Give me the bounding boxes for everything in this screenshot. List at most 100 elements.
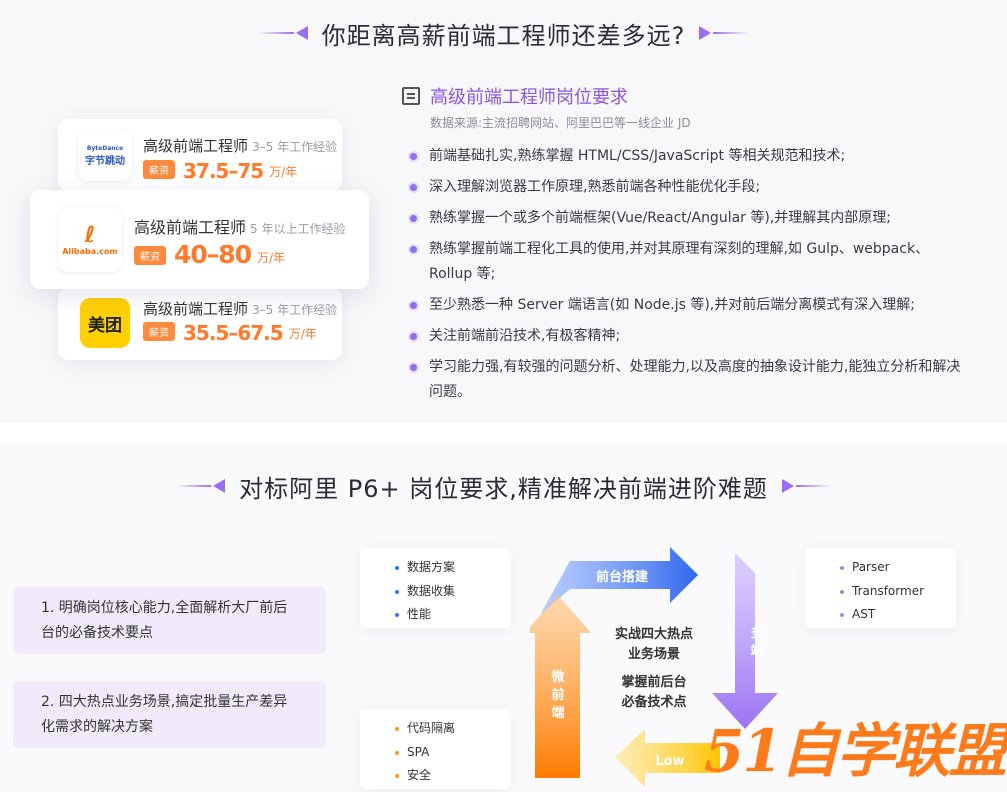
section-title: 你距离高薪前端工程师还差多远? <box>321 21 686 50</box>
center-text-1: 实战四大热点 业务场景 <box>604 625 704 665</box>
list-item: SPA <box>360 741 511 765</box>
bytedance-logo: ByteDance 字节跳动 <box>78 131 132 181</box>
salary-value: 40–80 <box>174 240 252 269</box>
role-name: 高级前端工程师 <box>143 300 249 318</box>
section-heading: 对标阿里 P6+ 岗位要求,精准解决前端进阶难题 <box>0 469 1007 503</box>
requirement-text: 熟练掌握一个或多个前端框架(Vue/React/Angular 等),并理解其内… <box>429 210 891 226</box>
alibaba-mark-icon: ℓ <box>84 222 96 248</box>
list-item: 深入理解浏览器工作原理,熟悉前端各种性能优化手段; <box>410 175 970 200</box>
meituan-logo: 美团 <box>80 298 130 348</box>
role-name: 高级前端工程师 <box>134 218 247 237</box>
pain-point-2: 2. 四大热点业务场景,搞定批量生产差异化需求的解决方案 <box>13 681 326 748</box>
salary-badge: 薪资 <box>143 322 175 341</box>
center-line: 实战四大热点 <box>614 627 693 642</box>
role-title: 高级前端工程师 5 年以上工作经验 <box>134 214 345 238</box>
requirement-text: 学习能力强,有较强的问题分析、处理能力,以及高度的抽象设计能力,能独立分析和解决… <box>429 359 961 400</box>
list-item: 安全 <box>360 764 511 788</box>
section-heading: 你距离高薪前端工程师还差多远? <box>0 16 1007 50</box>
parser-box: Parser Transformer AST <box>805 548 956 628</box>
isolation-box: 代码隔离 SPA 安全 <box>360 709 511 789</box>
heading-decoration-right <box>699 26 750 40</box>
bullet-dot <box>395 750 399 755</box>
company-card-meituan: 美团 高级前端工程师 3–5 年工作经验 薪资 35.5–67.5 万/年 <box>58 288 342 360</box>
list-item: 代码隔离 <box>360 717 511 741</box>
multi-arrow <box>712 553 778 729</box>
center-line: 业务场景 <box>627 647 680 662</box>
bullet-dot <box>395 566 399 570</box>
bytedance-logo-sub: ByteDance <box>86 145 124 152</box>
pain-point-1: 1. 明确岗位核心能力,全面解析大厂前后台的必备技术要点 <box>13 587 326 654</box>
bullet-dot <box>840 566 844 570</box>
item-label: AST <box>852 607 876 621</box>
requirements-title-text: 高级前端工程师岗位要求 <box>430 87 628 108</box>
item-label: 数据收集 <box>407 583 456 598</box>
bullet-dot <box>395 727 399 731</box>
item-label: Parser <box>852 560 890 574</box>
salary-value: 35.5–67.5 <box>183 321 284 345</box>
list-item: AST <box>805 603 956 627</box>
alibaba-logo-text: Alibaba.com <box>62 246 118 256</box>
salary-unit: 万/年 <box>288 327 317 341</box>
list-item: 至少熟悉一种 Server 端语言(如 Node.js 等),并对前后端分离模式… <box>410 293 970 318</box>
list-item: Transformer <box>805 580 956 604</box>
company-card-bytedance: ByteDance 字节跳动 高级前端工程师 3–5 年工作经验 薪资 37.5–… <box>58 119 342 191</box>
item-label: Transformer <box>852 583 925 598</box>
bullet-dot <box>410 333 417 340</box>
micro-arrow-label: 微前端 <box>551 670 565 721</box>
salary-row: 薪资 35.5–67.5 万/年 <box>143 321 317 345</box>
requirement-text: 至少熟悉一种 Server 端语言(如 Node.js 等),并对前后端分离模式… <box>429 297 915 313</box>
role-title: 高级前端工程师 3–5 年工作经验 <box>143 298 337 319</box>
list-item: 性能 <box>360 603 511 627</box>
salary-section: 你距离高薪前端工程师还差多远? ByteDance 字节跳动 高级前端工程师 3–… <box>0 0 1007 423</box>
bullet-dot <box>840 589 844 594</box>
heading-decoration-left <box>257 26 308 40</box>
bullet-dot <box>410 153 417 160</box>
bullet-dot <box>395 613 399 617</box>
list-item: 熟练掌握一个或多个前端框架(Vue/React/Angular 等),并理解其内… <box>410 206 970 231</box>
salary-badge: 薪资 <box>134 246 166 265</box>
list-item: 关注前端前沿技术,有极客精神; <box>410 324 970 349</box>
requirement-text: 熟练掌握前端工程化工具的使用,并对其原理有深刻的理解,如 Gulp、webpac… <box>429 241 930 282</box>
list-item: 数据收集 <box>360 580 511 604</box>
requirements-source: 数据来源:主流招聘网站、阿里巴巴等一线企业 JD <box>430 116 691 130</box>
bytedance-logo-text: 字节跳动 <box>85 156 125 167</box>
item-label: 代码隔离 <box>407 721 456 735</box>
bullet-dot <box>395 589 399 594</box>
center-line: 必备技术点 <box>621 695 687 710</box>
role-name: 高级前端工程师 <box>143 137 249 155</box>
requirements-title: 高级前端工程师岗位要求 <box>402 83 628 109</box>
heading-decoration-left <box>175 479 226 493</box>
bullet-dot <box>410 302 417 309</box>
salary-badge: 薪资 <box>143 160 175 179</box>
center-line: 掌握前后台 <box>621 675 687 690</box>
list-item: 数据方案 <box>360 556 511 580</box>
lowcode-arrow-label: Low <box>655 754 685 769</box>
section-title: 对标阿里 P6+ 岗位要求,精准解决前端进阶难题 <box>239 474 768 503</box>
list-item: Parser <box>805 556 956 580</box>
bullet-dot <box>395 774 399 778</box>
alibaba-logo: ℓ Alibaba.com <box>58 208 122 272</box>
watermark-logo: 51自学联盟 <box>704 717 1007 785</box>
list-item: 熟练掌握前端工程化工具的使用,并对其原理有深刻的理解,如 Gulp、webpac… <box>410 237 970 287</box>
requirement-text: 前端基础扎实,熟练掌握 HTML/CSS/JavaScript 等相关规范和技术… <box>429 148 846 164</box>
requirement-text: 深入理解浏览器工作原理,熟悉前端各种性能优化手段; <box>429 179 761 195</box>
experience: 3–5 年工作经验 <box>252 140 338 154</box>
role-title: 高级前端工程师 3–5 年工作经验 <box>143 135 337 156</box>
meituan-logo-text: 美团 <box>88 315 122 336</box>
heading-decoration-right <box>781 479 832 493</box>
list-item: 学习能力强,有较强的问题分析、处理能力,以及高度的抽象设计能力,能独立分析和解决… <box>410 355 970 405</box>
center-text-2: 掌握前后台 必备技术点 <box>604 673 704 713</box>
item-label: 数据方案 <box>407 560 456 574</box>
item-label: 性能 <box>407 607 432 621</box>
bullet-dot <box>410 364 417 371</box>
requirements-list: 前端基础扎实,熟练掌握 HTML/CSS/JavaScript 等相关规范和技术… <box>410 144 970 411</box>
item-label: SPA <box>407 744 430 759</box>
requirement-text: 关注前端前沿技术,有极客精神; <box>429 328 621 344</box>
salary-unit: 万/年 <box>269 165 298 179</box>
list-item: 前端基础扎实,熟练掌握 HTML/CSS/JavaScript 等相关规范和技术… <box>410 144 970 169</box>
frontend-arrow-label: 前台搭建 <box>595 570 648 585</box>
experience: 5 年以上工作经验 <box>250 222 346 236</box>
company-card-alibaba: ℓ Alibaba.com 高级前端工程师 5 年以上工作经验 薪资 40–80 … <box>30 190 369 289</box>
bullet-dot <box>410 246 417 253</box>
salary-value: 37.5–75 <box>183 159 264 183</box>
